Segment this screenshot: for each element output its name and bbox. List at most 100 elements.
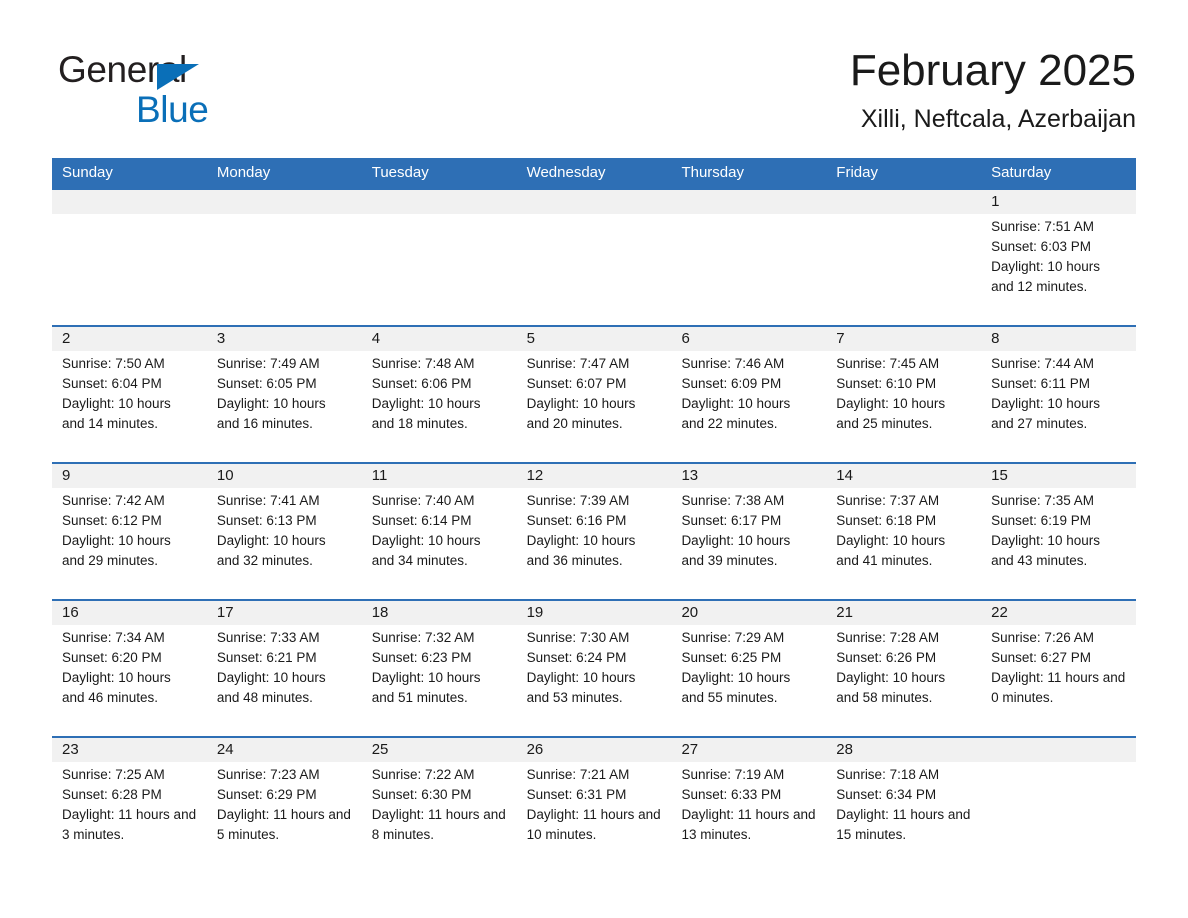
day-cell[interactable]: 20 Sunrise: 7:29 AM Sunset: 6:25 PM Dayl…: [671, 601, 826, 736]
day-cell[interactable]: 18 Sunrise: 7:32 AM Sunset: 6:23 PM Dayl…: [362, 601, 517, 736]
day-cell[interactable]: 6 Sunrise: 7:46 AM Sunset: 6:09 PM Dayli…: [671, 327, 826, 462]
day-info: Sunrise: 7:26 AM Sunset: 6:27 PM Dayligh…: [991, 628, 1126, 708]
sunset-text: Sunset: 6:19 PM: [991, 513, 1091, 528]
day-cell[interactable]: [362, 190, 517, 325]
day-info: Sunrise: 7:44 AM Sunset: 6:11 PM Dayligh…: [991, 354, 1126, 434]
day-number: 19: [526, 604, 544, 621]
calendar-grid: Sunday Monday Tuesday Wednesday Thursday…: [52, 158, 1136, 873]
daylight-text: Daylight: 10 hours and 29 minutes.: [62, 533, 171, 568]
day-cell[interactable]: [517, 190, 672, 325]
day-info: Sunrise: 7:39 AM Sunset: 6:16 PM Dayligh…: [527, 491, 662, 571]
sunset-text: Sunset: 6:13 PM: [216, 513, 317, 528]
day-cell[interactable]: 3 Sunrise: 7:49 AM Sunset: 6:05 PM Dayli…: [207, 327, 362, 462]
day-cell[interactable]: 22 Sunrise: 7:26 AM Sunset: 6:27 PM Dayl…: [981, 601, 1136, 736]
day-cell[interactable]: [826, 190, 981, 325]
sunrise-text: Sunrise: 7:21 AM: [526, 767, 630, 782]
day-cell[interactable]: 2 Sunrise: 7:50 AM Sunset: 6:04 PM Dayli…: [52, 327, 207, 462]
day-cell[interactable]: 16 Sunrise: 7:34 AM Sunset: 6:20 PM Dayl…: [52, 601, 207, 736]
page-title: February 2025: [849, 46, 1136, 95]
sunset-text: Sunset: 6:03 PM: [991, 239, 1091, 254]
day-cell[interactable]: 10 Sunrise: 7:41 AM Sunset: 6:13 PM Dayl…: [207, 464, 362, 599]
sunrise-text: Sunrise: 7:26 AM: [991, 630, 1094, 645]
sunrise-text: Sunrise: 7:39 AM: [526, 493, 630, 508]
day-cell[interactable]: 8 Sunrise: 7:44 AM Sunset: 6:11 PM Dayli…: [981, 327, 1136, 462]
day-cell[interactable]: 28 Sunrise: 7:18 AM Sunset: 6:34 PM Dayl…: [826, 738, 981, 873]
sunrise-text: Sunrise: 7:19 AM: [681, 767, 785, 782]
sunset-text: Sunset: 6:04 PM: [62, 376, 162, 391]
sunset-text: Sunset: 6:28 PM: [62, 787, 162, 802]
day-number: 3: [216, 330, 226, 347]
sunrise-text: Sunrise: 7:49 AM: [216, 356, 320, 371]
day-cell[interactable]: 25 Sunrise: 7:22 AM Sunset: 6:30 PM Dayl…: [362, 738, 517, 873]
daylight-text: Daylight: 10 hours and 18 minutes.: [371, 396, 481, 431]
day-cell[interactable]: 15 Sunrise: 7:35 AM Sunset: 6:19 PM Dayl…: [981, 464, 1136, 599]
daylight-text: Daylight: 11 hours and 10 minutes.: [526, 807, 661, 842]
day-cell[interactable]: 9 Sunrise: 7:42 AM Sunset: 6:12 PM Dayli…: [52, 464, 207, 599]
sunset-text: Sunset: 6:31 PM: [526, 787, 627, 802]
daylight-text: Daylight: 10 hours and 43 minutes.: [991, 533, 1100, 568]
logo-triangle-icon: [157, 64, 199, 90]
page-subtitle: Xilli, Neftcala, Azerbaijan: [860, 105, 1136, 133]
day-cell[interactable]: 26 Sunrise: 7:21 AM Sunset: 6:31 PM Dayl…: [517, 738, 672, 873]
day-info: Sunrise: 7:48 AM Sunset: 6:06 PM Dayligh…: [372, 354, 507, 434]
day-info: Sunrise: 7:29 AM Sunset: 6:25 PM Dayligh…: [681, 628, 816, 708]
day-cell[interactable]: 5 Sunrise: 7:47 AM Sunset: 6:07 PM Dayli…: [517, 327, 672, 462]
sunset-text: Sunset: 6:05 PM: [216, 376, 317, 391]
weekday-header-row: Sunday Monday Tuesday Wednesday Thursday…: [52, 158, 1136, 188]
sunset-text: Sunset: 6:29 PM: [216, 787, 317, 802]
week-row: 23 Sunrise: 7:25 AM Sunset: 6:28 PM Dayl…: [52, 736, 1136, 873]
day-cell[interactable]: 21 Sunrise: 7:28 AM Sunset: 6:26 PM Dayl…: [826, 601, 981, 736]
day-cell[interactable]: 17 Sunrise: 7:33 AM Sunset: 6:21 PM Dayl…: [207, 601, 362, 736]
day-number: 20: [681, 604, 699, 621]
sunset-text: Sunset: 6:23 PM: [371, 650, 472, 665]
week-row: 16 Sunrise: 7:34 AM Sunset: 6:20 PM Dayl…: [52, 599, 1136, 736]
day-number: 25: [371, 741, 389, 758]
day-cell[interactable]: 4 Sunrise: 7:48 AM Sunset: 6:06 PM Dayli…: [362, 327, 517, 462]
daylight-text: Daylight: 11 hours and 5 minutes.: [216, 807, 351, 842]
day-cell[interactable]: 7 Sunrise: 7:45 AM Sunset: 6:10 PM Dayli…: [826, 327, 981, 462]
weekday-header-saturday: Saturday: [991, 164, 1052, 181]
daylight-text: Daylight: 10 hours and 22 minutes.: [681, 396, 791, 431]
day-number: 26: [526, 741, 544, 758]
day-cell[interactable]: 13 Sunrise: 7:38 AM Sunset: 6:17 PM Dayl…: [671, 464, 826, 599]
generalblue-logo: General Blue: [58, 50, 318, 134]
sunset-text: Sunset: 6:20 PM: [62, 650, 162, 665]
daylight-text: Daylight: 11 hours and 15 minutes.: [836, 807, 971, 842]
weekday-header-sunday: Sunday: [62, 164, 113, 181]
daylight-text: Daylight: 11 hours and 8 minutes.: [371, 807, 506, 842]
day-info: Sunrise: 7:23 AM Sunset: 6:29 PM Dayligh…: [217, 765, 352, 845]
day-cell[interactable]: 11 Sunrise: 7:40 AM Sunset: 6:14 PM Dayl…: [362, 464, 517, 599]
sunrise-text: Sunrise: 7:42 AM: [62, 493, 165, 508]
sunrise-text: Sunrise: 7:33 AM: [216, 630, 320, 645]
day-cell[interactable]: 1 Sunrise: 7:51 AM Sunset: 6:03 PM Dayli…: [981, 190, 1136, 325]
sunset-text: Sunset: 6:24 PM: [526, 650, 627, 665]
day-cell[interactable]: [207, 190, 362, 325]
sunset-text: Sunset: 6:12 PM: [62, 513, 162, 528]
day-number: 15: [991, 467, 1008, 484]
daylight-text: Daylight: 10 hours and 48 minutes.: [216, 670, 326, 705]
day-info: Sunrise: 7:46 AM Sunset: 6:09 PM Dayligh…: [681, 354, 816, 434]
day-cell[interactable]: 19 Sunrise: 7:30 AM Sunset: 6:24 PM Dayl…: [517, 601, 672, 736]
day-info: Sunrise: 7:47 AM Sunset: 6:07 PM Dayligh…: [527, 354, 662, 434]
day-number: 23: [62, 741, 79, 758]
title-block: February 2025 Xilli, Neftcala, Azerbaija…: [850, 44, 1136, 136]
day-cell[interactable]: [671, 190, 826, 325]
day-number: 9: [62, 467, 71, 484]
day-number: 14: [836, 467, 853, 484]
sunrise-text: Sunrise: 7:18 AM: [836, 767, 940, 782]
daylight-text: Daylight: 10 hours and 39 minutes.: [681, 533, 791, 568]
weekday-header-wednesday: Wednesday: [526, 164, 606, 181]
day-number: 13: [681, 467, 699, 484]
day-cell[interactable]: [981, 738, 1136, 873]
daylight-text: Daylight: 10 hours and 46 minutes.: [62, 670, 171, 705]
day-info: Sunrise: 7:37 AM Sunset: 6:18 PM Dayligh…: [836, 491, 971, 571]
sunrise-text: Sunrise: 7:32 AM: [371, 630, 475, 645]
day-info: Sunrise: 7:41 AM Sunset: 6:13 PM Dayligh…: [217, 491, 352, 571]
day-cell[interactable]: 24 Sunrise: 7:23 AM Sunset: 6:29 PM Dayl…: [207, 738, 362, 873]
day-cell[interactable]: 14 Sunrise: 7:37 AM Sunset: 6:18 PM Dayl…: [826, 464, 981, 599]
day-cell[interactable]: [52, 190, 207, 325]
day-cell[interactable]: 12 Sunrise: 7:39 AM Sunset: 6:16 PM Dayl…: [517, 464, 672, 599]
week-row: 1 Sunrise: 7:51 AM Sunset: 6:03 PM Dayli…: [52, 188, 1136, 325]
day-cell[interactable]: 27 Sunrise: 7:19 AM Sunset: 6:33 PM Dayl…: [671, 738, 826, 873]
day-cell[interactable]: 23 Sunrise: 7:25 AM Sunset: 6:28 PM Dayl…: [52, 738, 207, 873]
